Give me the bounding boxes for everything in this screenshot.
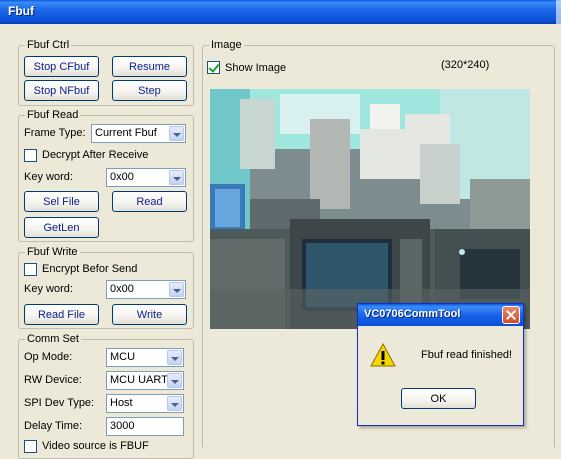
encrypt-label: Encrypt Befor Send [42,263,138,275]
dialog-title: VC0706CommTool [364,308,461,320]
image-legend: Image [209,39,244,51]
resolution-label: (320*240) [441,59,490,71]
op-mode-select[interactable]: MCU [106,348,184,367]
window-title: Fbuf [8,4,34,18]
spi-dev-type-value: Host [110,397,133,409]
decrypt-label: Decrypt After Receive [42,149,149,161]
encrypt-checkbox[interactable] [24,263,37,276]
chevron-down-icon[interactable] [167,373,182,388]
dialog-message: Fbuf read finished! [421,349,513,361]
close-icon[interactable] [502,306,520,324]
read-keyword-label: Key word: [24,171,73,183]
comm-set-legend: Comm Set [25,333,81,345]
delay-time-value: 3000 [110,420,135,432]
op-mode-label: Op Mode: [24,351,73,363]
chevron-down-icon[interactable] [169,282,184,297]
message-dialog: VC0706CommTool Fbuf read finished! OK [357,303,524,426]
frame-type-select[interactable]: Current Fbuf [91,124,186,143]
spi-dev-type-label: SPI Dev Type: [24,397,95,409]
fbuf-write-legend: Fbuf Write [25,246,80,258]
frame-type-value: Current Fbuf [95,127,157,139]
camera-frame-image [210,89,530,329]
video-source-label: Video source is FBUF [42,440,149,452]
read-button[interactable]: Read [112,191,187,212]
step-button[interactable]: Step [112,80,187,101]
read-file-button[interactable]: Read File [24,304,99,325]
resume-button[interactable]: Resume [112,56,187,77]
show-image-checkbox[interactable] [207,61,220,74]
titlebar-edge [556,0,561,24]
window-titlebar[interactable]: Fbuf [0,0,561,24]
stop-cfbuf-button[interactable]: Stop CFbuf [24,56,99,77]
stop-nfbuf-button[interactable]: Stop NFbuf [24,80,99,101]
read-keyword-value: 0x00 [110,171,134,183]
rw-device-label: RW Device: [24,374,82,386]
delay-time-input[interactable]: 3000 [106,417,184,436]
chevron-down-icon[interactable] [169,170,184,185]
write-keyword-label: Key word: [24,283,73,295]
write-button[interactable]: Write [112,304,187,325]
fbuf-read-legend: Fbuf Read [25,109,81,121]
delay-time-label: Delay Time: [24,420,83,432]
chevron-down-icon[interactable] [167,350,182,365]
show-image-label: Show Image [225,62,287,74]
fbuf-ctrl-legend: Fbuf Ctrl [25,39,72,51]
rw-device-select[interactable]: MCU UART [106,371,184,390]
chevron-down-icon[interactable] [169,126,184,141]
getlen-button[interactable]: GetLen [24,217,99,238]
write-keyword-select[interactable]: 0x00 [106,280,186,299]
spi-dev-type-select[interactable]: Host [106,394,184,413]
op-mode-value: MCU [110,351,136,363]
rw-device-value: MCU UART [110,374,168,386]
ok-button[interactable]: OK [401,388,476,409]
write-keyword-value: 0x00 [110,283,134,295]
frame-type-label: Frame Type: [24,127,86,139]
read-keyword-select[interactable]: 0x00 [106,168,186,187]
chevron-down-icon[interactable] [167,396,182,411]
warning-icon [370,342,396,367]
decrypt-checkbox[interactable] [24,149,37,162]
sel-file-button[interactable]: Sel File [24,191,99,212]
dialog-titlebar[interactable]: VC0706CommTool [358,304,523,326]
